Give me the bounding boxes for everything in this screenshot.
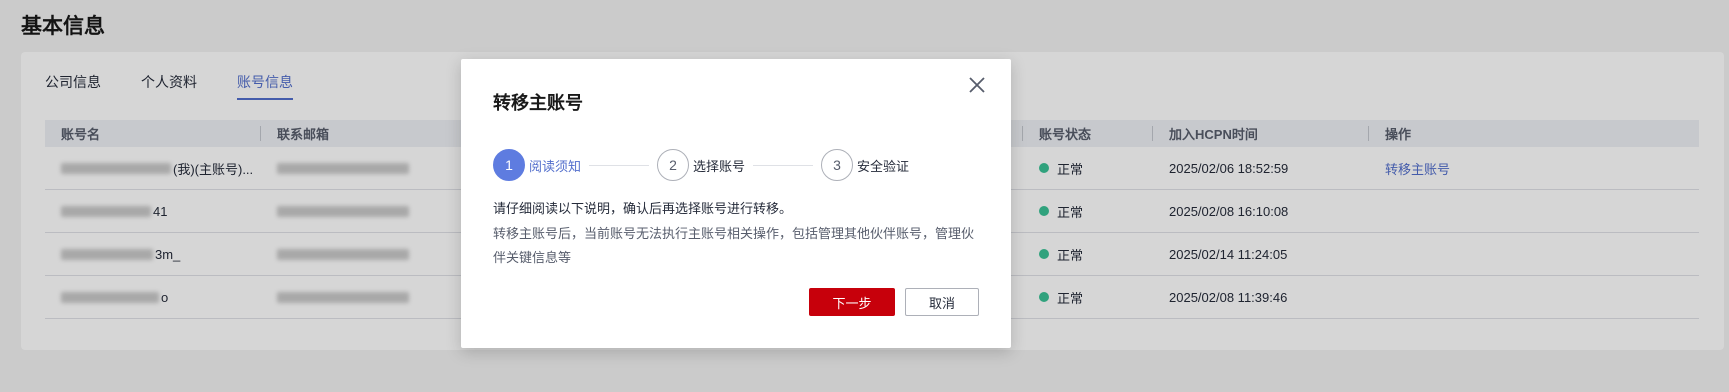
cancel-button[interactable]: 取消 (905, 288, 979, 316)
notice-detail: 转移主账号后，当前账号无法执行主账号相关操作，包括管理其他伙伴账号，管理伙伴关键… (493, 226, 975, 265)
step-indicator: 1 阅读须知 2 选择账号 3 安全验证 (493, 149, 909, 181)
step-3-circle: 3 (821, 149, 854, 181)
step-1-label: 阅读须知 (529, 158, 582, 174)
step-connector (589, 164, 650, 166)
step-2-label: 选择账号 (693, 158, 746, 174)
step-2-circle: 2 (657, 149, 690, 181)
step-3-label: 安全验证 (857, 158, 910, 174)
step-connector (753, 164, 814, 166)
notice-text: 请仔细阅读以下说明，确认后再选择账号进行转移。 转移主账号后，当前账号无法执行主… (493, 198, 983, 270)
next-step-button[interactable]: 下一步 (809, 288, 895, 316)
transfer-main-account-dialog: 转移主账号 1 阅读须知 2 选择账号 3 安全验证 请仔细阅读以下说明，确认后… (461, 59, 1011, 348)
close-icon[interactable] (965, 73, 989, 97)
dialog-title: 转移主账号 (493, 93, 583, 113)
notice-main: 请仔细阅读以下说明，确认后再选择账号进行转移。 (493, 201, 793, 216)
step-1-circle: 1 (493, 149, 525, 181)
